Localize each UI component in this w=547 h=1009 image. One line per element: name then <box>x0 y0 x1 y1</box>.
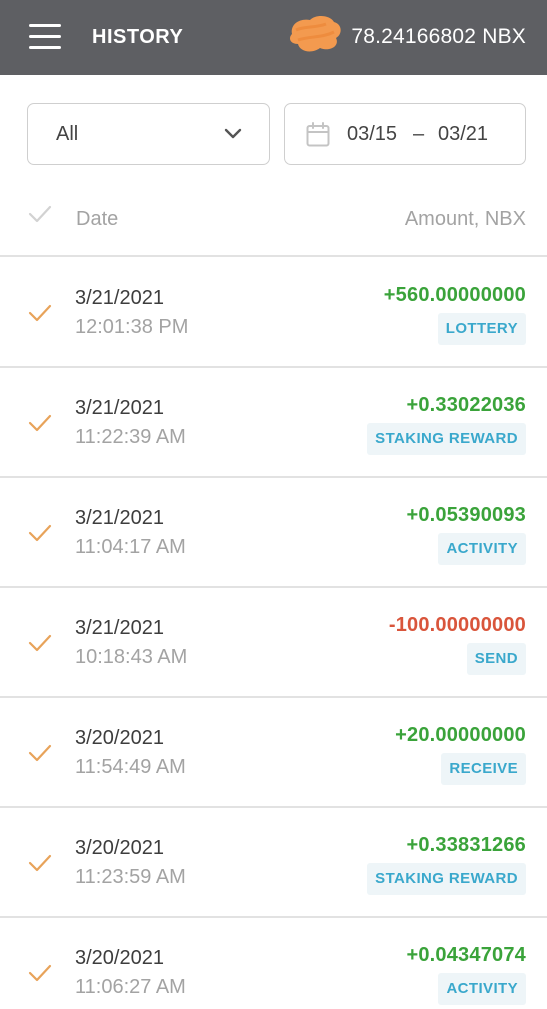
transaction-type-badge: STAKING REWARD <box>367 423 526 455</box>
date-range-picker[interactable]: 03/15 – 03/21 <box>284 103 526 165</box>
transaction-row[interactable]: 3/20/2021 11:54:49 AM +20.00000000 RECEI… <box>0 698 547 808</box>
confirmed-check-icon <box>28 304 52 322</box>
transaction-time: 11:23:59 AM <box>75 866 186 888</box>
transaction-time: 10:18:43 AM <box>75 646 188 668</box>
column-header-date: Date <box>76 208 119 230</box>
transaction-date: 3/21/2021 <box>75 617 164 639</box>
transaction-date: 3/20/2021 <box>75 837 164 859</box>
confirmed-check-icon <box>28 964 52 982</box>
transaction-type-badge: RECEIVE <box>441 753 526 785</box>
transaction-type-badge: STAKING REWARD <box>367 863 526 895</box>
transaction-amount: +20.00000000 <box>395 724 526 746</box>
confirmed-check-icon <box>28 744 52 762</box>
transaction-amount: +0.05390093 <box>406 504 526 526</box>
transaction-type-badge: LOTTERY <box>437 313 526 345</box>
transaction-amount: +0.04347074 <box>406 944 526 966</box>
transaction-type-badge: ACTIVITY <box>438 533 526 565</box>
transaction-type-value: All <box>56 123 79 145</box>
history-screen: HISTORY 78.24166802 NBX All 03/15 – 03/2… <box>0 0 547 1009</box>
transaction-row[interactable]: 3/21/2021 11:04:17 AM +0.05390093 ACTIVI… <box>0 478 547 588</box>
transaction-time: 11:22:39 AM <box>75 426 186 448</box>
hamburger-menu-icon[interactable] <box>29 24 61 50</box>
transaction-amount: -100.00000000 <box>388 614 526 636</box>
transaction-type-badge: ACTIVITY <box>438 973 526 1005</box>
transaction-time: 11:04:17 AM <box>75 536 186 558</box>
confirmed-check-icon <box>28 414 52 432</box>
transaction-time: 11:54:49 AM <box>75 756 186 778</box>
transaction-row[interactable]: 3/20/2021 11:06:27 AM +0.04347074 ACTIVI… <box>0 918 547 1009</box>
transaction-time: 11:06:27 AM <box>75 976 186 998</box>
confirmed-check-icon <box>28 854 52 872</box>
transaction-date: 3/21/2021 <box>75 397 164 419</box>
transaction-type-select[interactable]: All <box>27 103 270 165</box>
wallet-balance: 78.24166802 NBX <box>351 25 526 48</box>
table-header: Date Amount, NBX <box>0 190 547 257</box>
select-all-check-icon[interactable] <box>28 204 52 224</box>
date-from: 03/15 <box>347 123 398 145</box>
page-title: HISTORY <box>92 26 184 48</box>
column-header-amount: Amount, NBX <box>404 208 526 230</box>
calendar-icon <box>306 122 330 147</box>
transaction-date: 3/20/2021 <box>75 947 164 969</box>
redaction-scribble-icon <box>290 16 341 52</box>
transaction-amount: +560.00000000 <box>383 284 526 306</box>
confirmed-check-icon <box>28 634 52 652</box>
transaction-row[interactable]: 3/21/2021 10:18:43 AM -100.00000000 SEND <box>0 588 547 698</box>
transaction-date: 3/21/2021 <box>75 287 164 309</box>
transaction-amount: +0.33831266 <box>406 834 526 856</box>
date-to: 03/21 <box>438 123 489 145</box>
transaction-type-badge: SEND <box>466 643 526 675</box>
chevron-down-icon <box>224 128 242 139</box>
date-range-separator: – <box>413 123 425 145</box>
app-header: HISTORY 78.24166802 NBX <box>0 0 547 75</box>
transaction-date: 3/20/2021 <box>75 727 164 749</box>
transaction-amount: +0.33022036 <box>406 394 526 416</box>
transaction-date: 3/21/2021 <box>75 507 164 529</box>
transaction-time: 12:01:38 PM <box>75 316 189 338</box>
transaction-row[interactable]: 3/21/2021 12:01:38 PM +560.00000000 LOTT… <box>0 258 547 368</box>
transaction-row[interactable]: 3/21/2021 11:22:39 AM +0.33022036 STAKIN… <box>0 368 547 478</box>
transaction-row[interactable]: 3/20/2021 11:23:59 AM +0.33831266 STAKIN… <box>0 808 547 918</box>
confirmed-check-icon <box>28 524 52 542</box>
